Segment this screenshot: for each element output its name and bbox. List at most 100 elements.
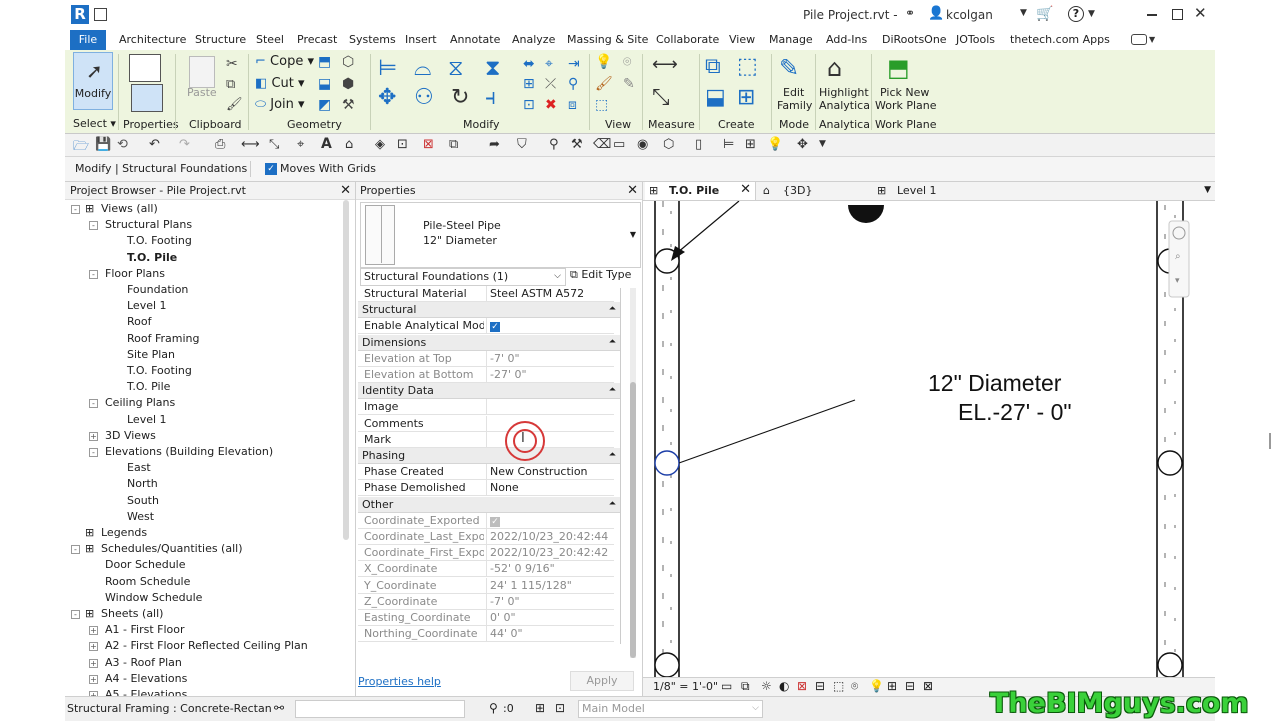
text-qat-icon[interactable]: A — [321, 136, 332, 152]
crop-view-icon[interactable]: ⊠ — [797, 679, 807, 693]
tab-thetech-apps[interactable]: thetech.com Apps — [1010, 33, 1110, 46]
cut-scissors-icon[interactable]: ✂ — [226, 56, 238, 72]
analytical-model-icon[interactable]: ⊟ — [905, 679, 915, 693]
cut-geometry-button[interactable]: ◧ Cut ▾ — [255, 76, 305, 91]
browser-tree-item[interactable]: T.O. Footing — [127, 364, 192, 377]
tab-view-3d[interactable]: ⌂ {3D} — [761, 182, 871, 200]
pile-circle[interactable] — [654, 652, 680, 677]
undo-icon[interactable]: ↶ — [149, 137, 160, 152]
view-scale[interactable]: 1/8" = 1'-0" — [653, 680, 718, 693]
reveal-hidden-icon[interactable]: 💡 — [869, 679, 884, 693]
wrench-qat-icon[interactable]: ⚒ — [571, 137, 583, 152]
view-tabs-dropdown-icon[interactable]: ▼ — [1204, 185, 1211, 195]
properties-scrollbar-thumb[interactable] — [630, 382, 636, 658]
browser-tree-item[interactable]: 3D Views — [105, 429, 156, 442]
pile-tag-size[interactable]: 12" Diameter — [928, 370, 1061, 397]
browser-tree-item[interactable]: Sheets (all) — [101, 607, 163, 620]
property-row[interactable]: Mark — [358, 431, 614, 448]
browser-tree-item[interactable]: East — [127, 461, 151, 474]
create-group-icon[interactable]: ⬓ — [705, 85, 726, 110]
collapse-group-icon[interactable]: ⏶ — [609, 335, 616, 350]
browser-tree-item[interactable]: Door Schedule — [105, 558, 186, 571]
measure-between-icon[interactable]: ⟷ — [652, 54, 678, 75]
mirror-draw-axis-icon[interactable]: ⧗ — [485, 56, 500, 81]
pointer-qat-icon[interactable]: ➦ — [489, 137, 500, 152]
worksets-icon[interactable]: ⚯ — [274, 701, 284, 715]
show-crop-icon[interactable]: ⊟ — [815, 679, 825, 693]
copy-element-icon[interactable]: ⚇ — [414, 85, 434, 110]
grid-qat-icon[interactable]: ▭ — [613, 137, 625, 152]
tree-expander[interactable]: - — [89, 399, 98, 409]
highlight-analytical-icon[interactable]: ⌂ — [827, 54, 842, 82]
moves-with-grids-checkbox[interactable]: ✓ — [265, 163, 277, 175]
property-row[interactable]: Easting_Coordinate 0' 0" — [358, 610, 614, 626]
demolish-icon[interactable]: ⬢ — [342, 76, 354, 92]
edit-type-button[interactable]: ⧉ Edit Type — [570, 268, 631, 282]
user-name[interactable]: kcolgan — [946, 8, 993, 22]
eraser-qat-icon[interactable]: ⌫ — [593, 137, 611, 152]
help-icon[interactable]: ? — [1068, 6, 1084, 22]
property-row[interactable]: Northing_Coordinate 44' 0" — [358, 626, 616, 643]
close-hidden-qat-icon[interactable]: ⊠ — [423, 137, 434, 152]
property-value[interactable]: 0' 0" — [486, 610, 616, 625]
scale-icon[interactable]: ⊡ — [523, 97, 535, 113]
browser-tree-item[interactable]: A4 - Elevations — [105, 672, 187, 685]
tab-collaborate[interactable]: Collaborate — [656, 33, 719, 46]
tab-systems[interactable]: Systems — [349, 33, 396, 46]
apply-button[interactable]: Apply — [570, 671, 634, 691]
pile-tag-elevation[interactable]: EL.-27' - 0" — [958, 399, 1072, 426]
browser-tree-item[interactable]: Ceiling Plans — [105, 396, 175, 409]
trim-icon[interactable]: ⌖ — [545, 56, 553, 72]
match-type-icon[interactable]: 🖌 — [226, 97, 243, 112]
split-face-icon[interactable]: ⬒ — [318, 54, 331, 70]
zoom-icon[interactable]: ⌕ — [1175, 251, 1181, 262]
filter-dropdown-icon[interactable]: ⌵ — [554, 271, 561, 281]
tab-view-to-pile[interactable]: ⊞ T.O. Pile ✕ — [645, 182, 756, 200]
view-option2-icon[interactable]: ✎ — [623, 76, 635, 92]
design-option-dropdown-icon[interactable]: ⌵ — [752, 703, 759, 713]
instance-filter[interactable]: Structural Foundations (1) ⌵ — [360, 268, 566, 286]
rotate-icon[interactable]: ↻ — [451, 85, 469, 110]
tab-view-level-1[interactable]: ⊞ Level 1 — [875, 182, 985, 200]
pick-new-label-1[interactable]: Pick New — [880, 86, 929, 99]
align-qat-icon[interactable]: ⊨ — [723, 137, 734, 152]
section-qat-icon[interactable]: ◈ — [375, 137, 385, 152]
browser-tree-item[interactable]: Site Plan — [127, 348, 175, 361]
trim-extend-icon[interactable]: ⫞ — [485, 85, 496, 110]
move-icon[interactable]: ✥ — [378, 85, 396, 110]
pin-qat-icon[interactable]: ⚲ — [549, 137, 559, 152]
nav-dropdown-icon[interactable]: ▾ — [1175, 276, 1180, 286]
pick-new-label-2[interactable]: Work Plane — [875, 99, 937, 112]
tab-steel[interactable]: Steel — [256, 33, 284, 46]
property-value[interactable]: 44' 0" — [486, 626, 616, 642]
open-icon[interactable]: 🗁 — [73, 137, 89, 159]
tree-expander[interactable]: - — [89, 221, 98, 231]
workset-selector[interactable] — [295, 700, 465, 718]
browser-tree-item[interactable]: Level 1 — [127, 299, 167, 312]
camera-qat-icon[interactable]: ◉ — [637, 137, 648, 152]
property-row[interactable]: X_Coordinate -52' 0 9/16" — [358, 561, 614, 578]
browser-tree-item[interactable]: A2 - First Floor Reflected Ceiling Plan — [105, 639, 308, 652]
tag-qat-icon[interactable]: ⌖ — [297, 137, 304, 152]
property-row[interactable]: Image — [358, 399, 614, 416]
align-icon[interactable]: ⊨ — [378, 56, 397, 81]
tree-expander[interactable]: - — [89, 448, 98, 457]
browser-tree-item[interactable]: Floor Plans — [105, 267, 165, 280]
quick-menu-icon[interactable] — [94, 8, 107, 21]
browser-tree-item[interactable]: Legends — [101, 526, 147, 539]
override-graphics-icon[interactable]: 🖌 — [595, 76, 613, 92]
property-checkbox[interactable]: ✓ — [490, 516, 500, 527]
property-value[interactable]: -7' 0" — [486, 593, 616, 609]
property-row[interactable]: Elevation at Bottom -27' 0" — [358, 367, 614, 383]
highlight-label-2[interactable]: Analytical — [819, 99, 873, 112]
browser-tree-item[interactable]: Roof Framing — [127, 332, 200, 345]
property-row[interactable]: Elevation at Top -7' 0" — [358, 350, 614, 367]
property-row[interactable]: Phase Demolished None — [358, 480, 614, 497]
save-icon[interactable]: 💾 — [95, 137, 111, 152]
property-row[interactable]: Coordinate_Exported ✓ — [358, 512, 614, 529]
create-parts-icon[interactable]: ⬚ — [737, 54, 758, 79]
minimize-icon[interactable] — [1147, 14, 1157, 16]
sync-icon[interactable]: ⟲ — [117, 137, 128, 152]
maximize-icon[interactable] — [1172, 9, 1183, 20]
view-option-icon[interactable]: ⌾ — [623, 54, 631, 70]
